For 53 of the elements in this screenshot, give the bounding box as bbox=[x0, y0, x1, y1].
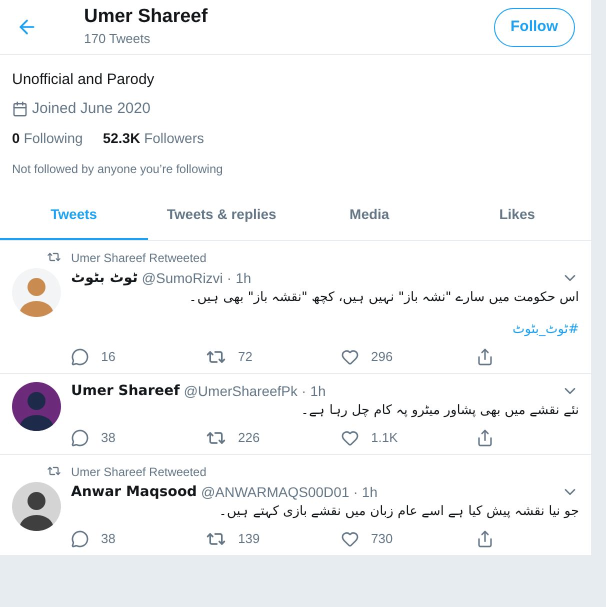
retweet-icon bbox=[47, 464, 61, 478]
retweet-count: 139 bbox=[238, 530, 260, 548]
reply-icon[interactable] bbox=[71, 429, 89, 447]
followers-link[interactable]: 52.3K Followers bbox=[102, 129, 204, 147]
dot-separator: · bbox=[353, 483, 358, 501]
avatar-icon[interactable] bbox=[12, 382, 61, 431]
reply-count: 16 bbox=[101, 348, 116, 366]
like-icon[interactable] bbox=[341, 429, 359, 447]
retweet-icon bbox=[47, 250, 61, 264]
share-icon[interactable] bbox=[476, 530, 494, 548]
retweet-count: 226 bbox=[238, 429, 260, 447]
retweet-count: 72 bbox=[238, 348, 252, 366]
profile-tab[interactable]: Tweets bbox=[0, 190, 148, 240]
author-handle[interactable]: @SumoRizvi bbox=[142, 269, 223, 287]
profile-tab[interactable]: Likes bbox=[443, 190, 591, 240]
tweet-time[interactable]: 1h bbox=[236, 269, 252, 287]
reply-icon[interactable] bbox=[71, 348, 89, 366]
dot-separator: · bbox=[226, 269, 232, 287]
share-icon[interactable] bbox=[476, 429, 494, 447]
author-name[interactable]: ٹوٹ بٹوٹ bbox=[71, 269, 138, 287]
follow-button[interactable]: Follow bbox=[494, 8, 575, 46]
like-icon[interactable] bbox=[341, 348, 359, 366]
like-count: 730 bbox=[371, 530, 393, 548]
tweet-text: نئے نقشے میں بھی پشاور میٹرو پہ کام چل رہا ہے۔ bbox=[300, 402, 579, 420]
reply-icon[interactable] bbox=[71, 530, 89, 548]
tweet-count: 170 Tweets bbox=[84, 30, 152, 48]
like-count: 1.1K bbox=[371, 429, 398, 447]
followed-by-note: Not followed by anyone you’re following bbox=[12, 161, 224, 178]
reply-count: 38 bbox=[101, 429, 116, 447]
following-link[interactable]: 0 Following bbox=[12, 129, 83, 147]
retweeted-by: Umer Shareef Retweeted bbox=[71, 250, 208, 267]
profile-name: Umer Shareef bbox=[84, 5, 208, 30]
tweet-time[interactable]: 1h bbox=[362, 483, 378, 501]
profile-tab[interactable]: Media bbox=[296, 190, 444, 240]
hashtag-link[interactable]: #ٹوٹ_بٹوٹ bbox=[512, 321, 579, 339]
tweet-text: جو نیا نقشہ پیش کیا ہے اسے عام زبان میں نقشے بازی کہتے ہیں۔ bbox=[218, 503, 579, 521]
retweeted-by: Umer Shareef Retweeted bbox=[71, 464, 208, 481]
author-handle[interactable]: @UmerShareefPk bbox=[184, 382, 298, 400]
share-icon[interactable] bbox=[476, 348, 494, 366]
author-handle[interactable]: @ANWARMAQS00D01 bbox=[200, 483, 350, 501]
like-icon[interactable] bbox=[341, 530, 359, 548]
author-name[interactable]: Umer Shareef bbox=[71, 382, 180, 400]
bio: Unofficial and Parody bbox=[12, 71, 156, 89]
dot-separator: · bbox=[302, 382, 306, 400]
tweet-time[interactable]: 1h bbox=[310, 382, 326, 400]
like-count: 296 bbox=[371, 348, 393, 366]
avatar-icon[interactable] bbox=[12, 482, 61, 531]
calendar-icon bbox=[12, 101, 28, 117]
joined-date: Joined June 2020 bbox=[32, 100, 150, 118]
reply-count: 38 bbox=[101, 530, 116, 548]
tweet-text: اس حکومت میں سارے "نشہ باز" نہیں ہیں، کچھ "نقشہ باز" بھی ہیں۔ bbox=[188, 289, 579, 307]
profile-tab[interactable]: Tweets & replies bbox=[148, 190, 296, 240]
author-name[interactable]: Anwar Maqsood bbox=[71, 483, 197, 501]
